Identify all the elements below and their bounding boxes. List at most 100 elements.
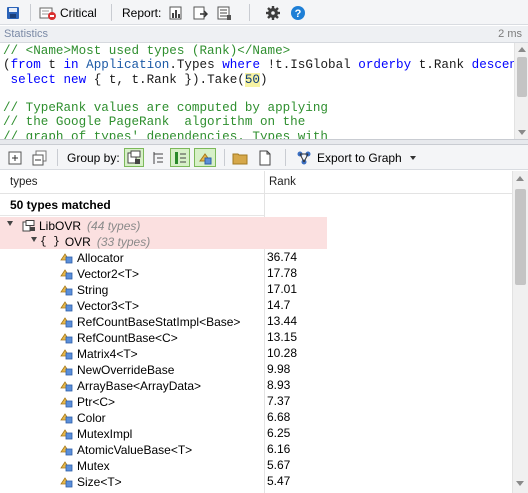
scroll-up-icon[interactable] xyxy=(518,47,526,52)
settings-button[interactable] xyxy=(265,3,281,22)
class-icon xyxy=(60,284,74,296)
type-row[interactable]: NewOverrideBase 9.98 xyxy=(0,361,512,377)
type-row[interactable]: Matrix4<T> 10.28 xyxy=(0,345,512,361)
code-token: // <Name>Most used types (Rank)</Name> xyxy=(3,44,291,58)
expand-all-button[interactable] xyxy=(7,148,23,167)
group-assembly-icon xyxy=(126,150,142,166)
main-toolbar: Critical Report: ? xyxy=(0,0,528,25)
type-row[interactable]: String 17.01 xyxy=(0,281,512,297)
report-export-button[interactable] xyxy=(192,3,209,22)
code-line: // the Google PageRank algorithm on the xyxy=(3,115,514,129)
type-name: Vector3<T> xyxy=(77,298,140,313)
namespace-type-count: (33 types) xyxy=(96,234,151,249)
assembly-icon xyxy=(22,219,36,232)
class-icon xyxy=(60,412,74,424)
code-token: new xyxy=(63,72,87,87)
save-icon xyxy=(5,5,21,21)
class-icon xyxy=(60,380,74,392)
class-icon xyxy=(60,300,74,312)
class-icon xyxy=(60,396,74,408)
toolbar-separator xyxy=(224,149,225,166)
namespace-row[interactable]: { } OVR (33 types) xyxy=(0,233,327,249)
code-token: t.Rank xyxy=(411,58,472,73)
group-by-namespace-button[interactable] xyxy=(150,148,166,167)
type-row[interactable]: ArrayBase<ArrayData> 8.93 xyxy=(0,377,512,393)
type-row[interactable]: Ptr<C> 7.37 xyxy=(0,393,512,409)
assembly-name: LibOVR xyxy=(39,218,82,233)
group-member-icon xyxy=(197,150,213,166)
code-token: descending xyxy=(471,58,514,73)
type-row[interactable]: Allocator 36.74 xyxy=(0,249,512,265)
type-row[interactable]: RefCountBaseStatImpl<Base> 13.44 xyxy=(0,313,512,329)
statistics-label[interactable]: Statistics xyxy=(4,28,48,40)
scroll-down-icon[interactable] xyxy=(516,481,524,486)
code-token: // graph of types' dependencies. Types w… xyxy=(3,129,328,139)
code-token: in xyxy=(63,58,79,73)
group-namespace-icon xyxy=(150,150,166,166)
type-row[interactable]: AtomicValueBase<T> 6.16 xyxy=(0,441,512,457)
type-rank: 17.01 xyxy=(267,282,298,296)
open-folder-button[interactable] xyxy=(232,148,248,167)
save-button[interactable] xyxy=(5,3,21,22)
type-rank: 5.47 xyxy=(267,474,291,488)
type-row[interactable]: Vector3<T> 14.7 xyxy=(0,297,512,313)
column-header-types[interactable]: types xyxy=(10,176,38,188)
editor-scrollbar[interactable] xyxy=(514,43,528,139)
code-token: ) xyxy=(260,72,268,87)
type-row[interactable]: Vector2<T> 17.78 xyxy=(0,265,512,281)
export-to-graph-button[interactable]: Export to Graph xyxy=(296,148,416,167)
expand-arrow-icon[interactable] xyxy=(7,221,13,226)
report-table-button[interactable] xyxy=(216,3,232,22)
query-editor[interactable]: // <Name>Most used types (Rank)</Name> (f… xyxy=(0,43,514,139)
namespace-name: OVR xyxy=(64,234,91,249)
code-line: // <Name>Most used types (Rank)</Name> xyxy=(3,44,514,58)
type-name: NewOverrideBase xyxy=(77,362,175,377)
grid-scrollbar[interactable] xyxy=(512,171,528,493)
group-by-type-button[interactable] xyxy=(170,148,190,167)
type-rank: 13.44 xyxy=(267,314,298,328)
collapse-all-button[interactable] xyxy=(32,148,48,167)
grid-header: types Rank xyxy=(0,171,512,194)
assembly-row[interactable]: LibOVR (44 types) xyxy=(0,217,327,233)
toolbar-separator xyxy=(30,4,31,21)
class-icon xyxy=(60,476,74,488)
column-header-rank[interactable]: Rank xyxy=(269,176,296,188)
report-chart-icon xyxy=(168,5,184,21)
type-row[interactable]: Color 6.68 xyxy=(0,409,512,425)
group-by-member-button[interactable] xyxy=(194,148,216,167)
type-name: Matrix4<T> xyxy=(77,346,138,361)
class-icon xyxy=(60,316,74,328)
type-name: Color xyxy=(77,410,106,425)
type-row[interactable]: RefCountBase<C> 13.15 xyxy=(0,329,512,345)
open-file-button[interactable] xyxy=(257,148,273,167)
type-name: Allocator xyxy=(77,250,124,265)
editor-scroll-thumb[interactable] xyxy=(517,57,527,97)
scroll-up-icon[interactable] xyxy=(516,176,524,181)
folder-icon xyxy=(232,150,248,166)
toolbar-separator xyxy=(285,149,286,166)
toolbar-separator xyxy=(249,4,250,21)
svg-text:?: ? xyxy=(295,8,302,20)
type-rank: 6.68 xyxy=(267,410,291,424)
type-rank: 36.74 xyxy=(267,250,298,264)
code-token: t xyxy=(40,58,64,73)
type-row[interactable]: Size<T> 5.47 xyxy=(0,473,512,489)
group-by-assembly-button[interactable] xyxy=(124,148,144,167)
type-row[interactable]: MutexImpl 6.25 xyxy=(0,425,512,441)
grid-scroll-thumb[interactable] xyxy=(515,189,526,285)
expand-arrow-icon[interactable] xyxy=(31,237,37,242)
type-name: RefCountBaseStatImpl<Base> xyxy=(77,314,241,329)
help-button[interactable]: ? xyxy=(290,3,306,22)
chevron-down-icon xyxy=(409,155,416,160)
document-icon xyxy=(257,150,273,166)
type-name: ArrayBase<ArrayData> xyxy=(77,378,202,393)
report-html-button[interactable] xyxy=(168,3,184,22)
scroll-down-icon[interactable] xyxy=(518,130,526,135)
code-token: // TypeRank values are computed by apply… xyxy=(3,101,328,116)
report-table-icon xyxy=(216,5,232,21)
graph-export-icon xyxy=(296,150,312,166)
code-token: select xyxy=(3,72,56,87)
assembly-type-count: (44 types) xyxy=(87,218,141,233)
type-row[interactable]: Mutex 5.67 xyxy=(0,457,512,473)
critical-button[interactable]: Critical xyxy=(38,3,97,22)
